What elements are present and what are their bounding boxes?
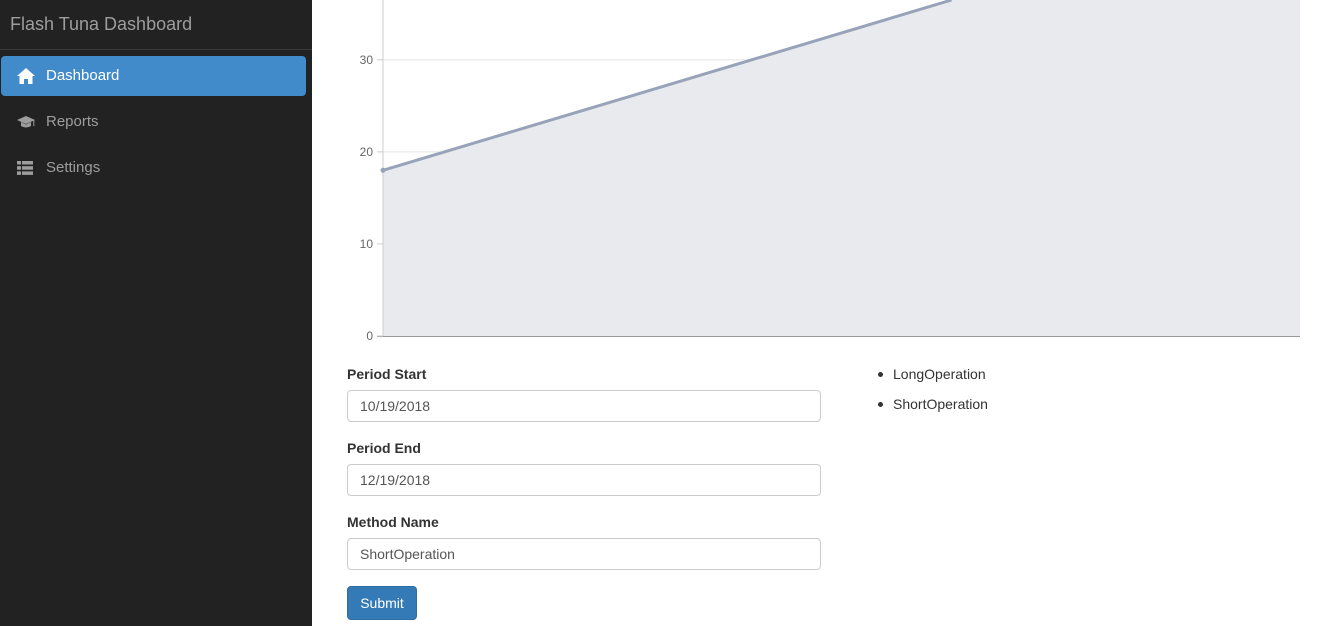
y-tick-label: 10 xyxy=(360,237,374,251)
submit-button[interactable]: Submit xyxy=(347,586,417,620)
y-tick-label: 20 xyxy=(360,145,374,159)
graduation-cap-icon xyxy=(17,114,35,130)
period-start-input[interactable] xyxy=(347,390,821,422)
sidebar-item-dashboard[interactable]: Dashboard xyxy=(1,56,306,96)
method-list: LongOperation ShortOperation xyxy=(877,364,988,424)
brand-divider xyxy=(0,49,312,50)
y-tick-label: 30 xyxy=(360,53,374,67)
line-chart: 0 10 20 30 xyxy=(360,0,1300,343)
sidebar: Flash Tuna Dashboard Dashboard Reports S… xyxy=(0,0,312,626)
data-point xyxy=(380,167,386,173)
period-end-label: Period End xyxy=(347,440,421,456)
list-item[interactable]: LongOperation xyxy=(877,364,988,384)
method-name-input[interactable] xyxy=(347,538,821,570)
sidebar-item-label: Settings xyxy=(46,159,101,176)
sidebar-item-settings[interactable]: Settings xyxy=(1,148,306,188)
bullet-icon xyxy=(878,372,883,377)
list-item[interactable]: ShortOperation xyxy=(877,394,988,414)
sidebar-item-label: Dashboard xyxy=(46,67,120,84)
method-item-label: ShortOperation xyxy=(893,396,988,412)
bullet-icon xyxy=(878,402,883,407)
y-tick-label: 0 xyxy=(366,329,373,343)
home-icon xyxy=(17,68,35,84)
method-item-label: LongOperation xyxy=(893,366,986,382)
list-icon xyxy=(17,160,35,176)
chart-area: 0 10 20 30 xyxy=(312,0,1337,345)
sidebar-item-label: Reports xyxy=(46,113,99,130)
method-name-label: Method Name xyxy=(347,514,439,530)
sidebar-item-reports[interactable]: Reports xyxy=(1,102,306,142)
period-end-input[interactable] xyxy=(347,464,821,496)
brand-title[interactable]: Flash Tuna Dashboard xyxy=(10,13,192,35)
area-fill xyxy=(383,0,1300,336)
period-start-label: Period Start xyxy=(347,366,427,382)
